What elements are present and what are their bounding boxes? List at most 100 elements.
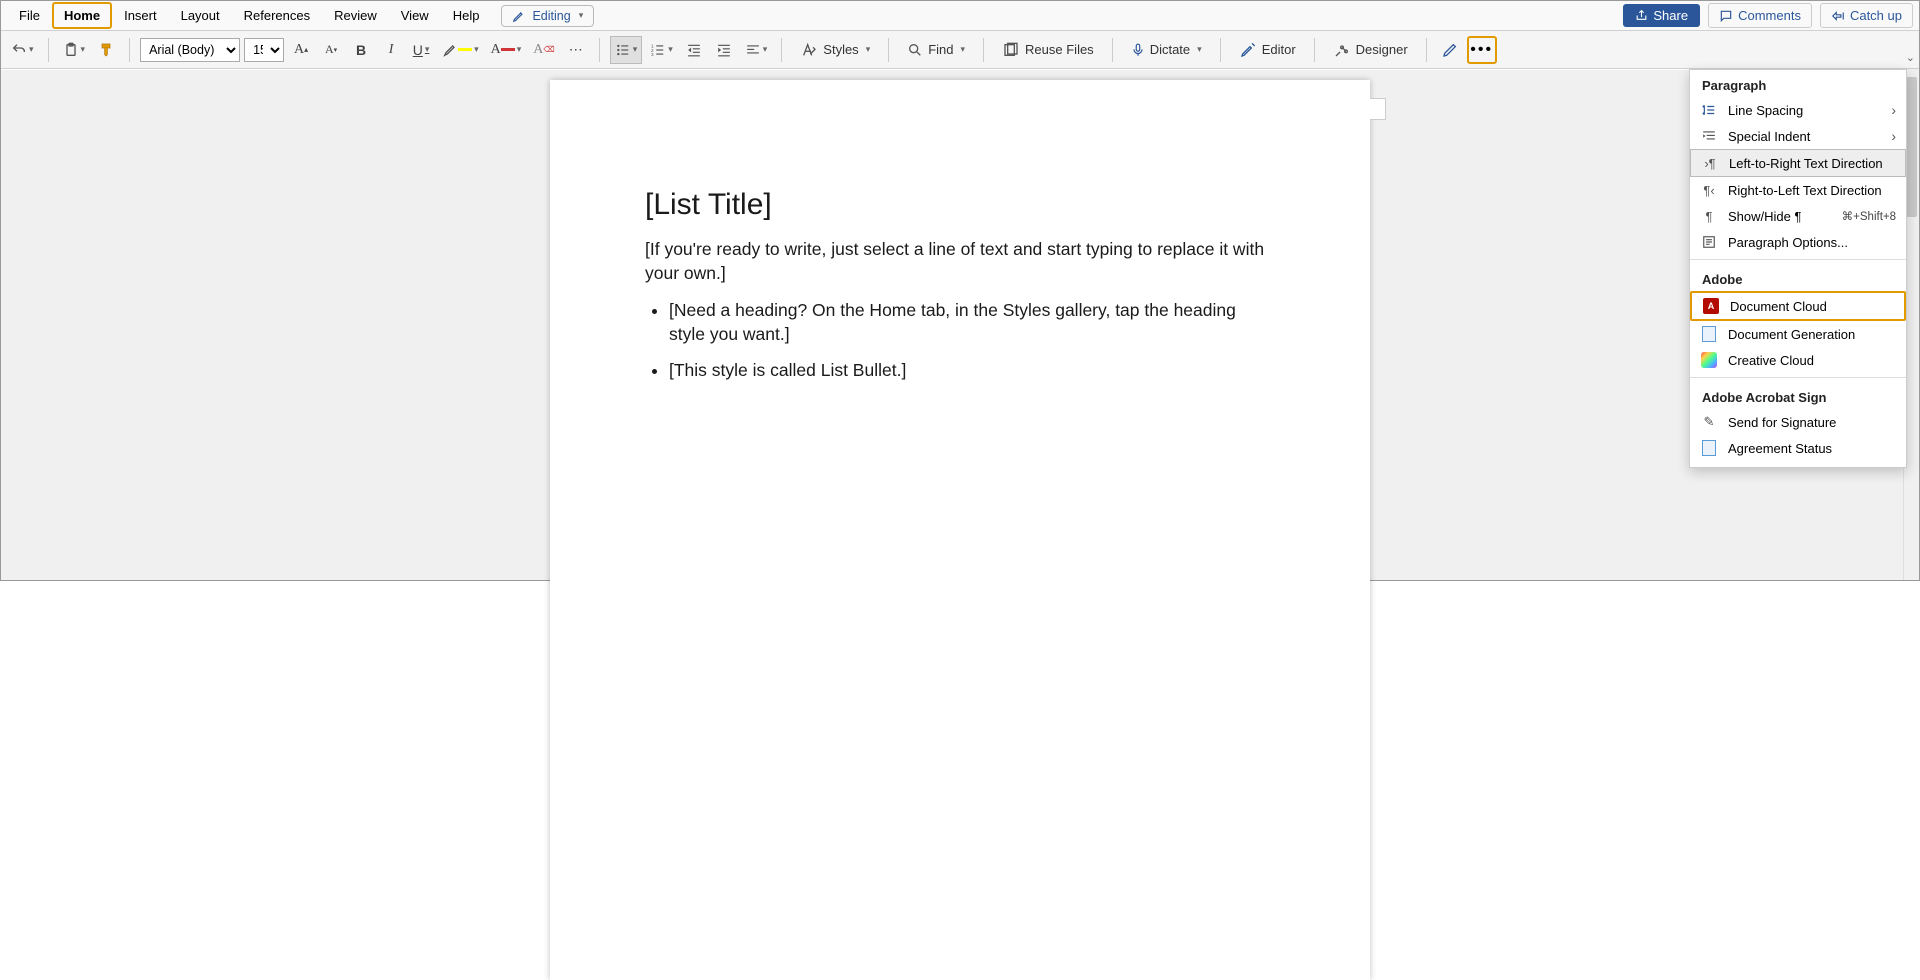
italic-button[interactable]: I (378, 36, 404, 64)
page-header-tab[interactable] (1370, 98, 1386, 120)
menu-creative-cloud[interactable]: Creative Cloud (1690, 347, 1906, 373)
doc-intro[interactable]: [If you're ready to write, just select a… (645, 238, 1275, 285)
editing-mode-button[interactable]: Editing ▾ (501, 5, 594, 27)
format-painter-button[interactable] (93, 36, 119, 64)
catchup-label: Catch up (1850, 8, 1902, 23)
document-page[interactable]: [List Title] [If you're ready to write, … (550, 80, 1370, 980)
align-button[interactable]: ▾ (741, 36, 772, 64)
menu-label: Document Generation (1728, 327, 1855, 342)
line-spacing-icon (1700, 102, 1718, 118)
comments-button[interactable]: Comments (1708, 3, 1812, 28)
comments-label: Comments (1738, 8, 1801, 23)
ink-button[interactable] (1437, 36, 1463, 64)
share-icon (1635, 9, 1648, 22)
share-button[interactable]: Share (1623, 4, 1700, 27)
more-font-button[interactable]: ⋯ (563, 36, 589, 64)
menu-document-generation[interactable]: Document Generation (1690, 321, 1906, 347)
styles-label: Styles (823, 42, 858, 57)
reuse-label: Reuse Files (1025, 42, 1094, 57)
chevron-down-icon: ▾ (763, 44, 768, 55)
microphone-icon (1131, 41, 1145, 59)
menu-document-cloud[interactable]: A Document Cloud (1690, 291, 1906, 321)
ribbon-expand-button[interactable]: ⌄ (1906, 51, 1915, 64)
chevron-down-icon: ▾ (517, 44, 522, 55)
bold-button[interactable]: B (348, 36, 374, 64)
editor-button[interactable]: Editor (1231, 42, 1304, 58)
menu-agreement-status[interactable]: Agreement Status (1690, 435, 1906, 461)
numbering-button[interactable]: 123▾ (646, 36, 677, 64)
menu-label: Paragraph Options... (1728, 235, 1848, 250)
menu-send-signature[interactable]: ✎ Send for Signature (1690, 409, 1906, 435)
chevron-down-icon: ▾ (1197, 44, 1202, 55)
bullets-button[interactable]: ▾ (610, 36, 643, 64)
menu-rtl-direction[interactable]: ¶‹ Right-to-Left Text Direction (1690, 177, 1906, 203)
menu-label: Left-to-Right Text Direction (1729, 156, 1883, 171)
menu-help[interactable]: Help (441, 2, 492, 29)
reuse-icon (1002, 42, 1020, 58)
undo-icon (11, 42, 27, 58)
chevron-down-icon: ▾ (668, 44, 673, 55)
bullets-icon (615, 43, 631, 57)
align-left-icon (745, 43, 761, 57)
font-name-select[interactable]: Arial (Body) (140, 38, 240, 62)
paste-button[interactable]: ▾ (59, 36, 90, 64)
menu-insert[interactable]: Insert (112, 2, 169, 29)
indent-icon (716, 43, 732, 57)
menu-divider (1690, 259, 1906, 260)
shrink-font-button[interactable]: A▾ (318, 36, 344, 64)
designer-icon (1333, 42, 1351, 58)
chevron-down-icon: ▾ (425, 44, 430, 55)
menu-view[interactable]: View (389, 2, 441, 29)
clear-formatting-button[interactable]: A⌫ (529, 36, 558, 64)
rtl-icon: ¶‹ (1700, 182, 1718, 198)
catchup-icon (1831, 9, 1845, 23)
indent-icon (1700, 128, 1718, 144)
font-color-button[interactable]: A▾ (487, 36, 526, 64)
reuse-files-button[interactable]: Reuse Files (994, 42, 1102, 58)
doc-bullet[interactable]: [Need a heading? On the Home tab, in the… (669, 299, 1275, 346)
pen-icon (1442, 42, 1458, 58)
dictate-button[interactable]: Dictate ▾ (1123, 41, 1210, 59)
menu-paragraph-options[interactable]: Paragraph Options... (1690, 229, 1906, 255)
dictate-label: Dictate (1150, 42, 1190, 57)
doc-title[interactable]: [List Title] (645, 188, 1275, 222)
menu-file[interactable]: File (7, 2, 52, 29)
decrease-indent-button[interactable] (681, 36, 707, 64)
font-size-select[interactable]: 15 (244, 38, 284, 62)
highlight-button[interactable]: ▾ (438, 36, 483, 64)
scrollbar-thumb[interactable] (1906, 77, 1917, 217)
designer-button[interactable]: Designer (1325, 42, 1416, 58)
catchup-button[interactable]: Catch up (1820, 3, 1913, 28)
pilcrow-icon: ¶ (1700, 208, 1718, 224)
menu-special-indent[interactable]: Special Indent › (1690, 123, 1906, 149)
menu-references[interactable]: References (232, 2, 322, 29)
increase-indent-button[interactable] (711, 36, 737, 64)
styles-button[interactable]: Styles ▾ (792, 42, 878, 58)
agreement-icon (1700, 440, 1718, 456)
undo-button[interactable]: ▾ (7, 36, 38, 64)
chevron-down-icon: ▾ (633, 44, 638, 55)
menu-layout[interactable]: Layout (169, 2, 232, 29)
highlighter-icon (442, 42, 458, 58)
paragraph-options-icon (1700, 234, 1718, 250)
doc-bullet[interactable]: [This style is called List Bullet.] (669, 359, 1275, 383)
menu-review[interactable]: Review (322, 2, 389, 29)
designer-label: Designer (1356, 42, 1408, 57)
more-commands-button[interactable]: ••• (1467, 36, 1497, 64)
menu-label: Creative Cloud (1728, 353, 1814, 368)
svg-text:3: 3 (651, 51, 654, 56)
menu-show-hide[interactable]: ¶ Show/Hide ¶ ⌘+Shift+8 (1690, 203, 1906, 229)
menu-ltr-direction[interactable]: ›¶ Left-to-Right Text Direction (1690, 149, 1906, 177)
menu-line-spacing[interactable]: Line Spacing › (1690, 97, 1906, 123)
underline-button[interactable]: U▾ (408, 36, 434, 64)
editor-icon (1239, 42, 1257, 58)
menu-home[interactable]: Home (52, 2, 112, 29)
numbering-icon: 123 (650, 43, 666, 57)
grow-font-button[interactable]: A▴ (288, 36, 314, 64)
pencil-icon (512, 9, 526, 23)
clipboard-icon (63, 41, 79, 59)
find-button[interactable]: Find ▾ (899, 42, 973, 58)
ltr-icon: ›¶ (1701, 155, 1719, 171)
document-canvas: [List Title] [If you're ready to write, … (1, 70, 1919, 580)
menu-group-paragraph: Paragraph (1690, 70, 1906, 97)
